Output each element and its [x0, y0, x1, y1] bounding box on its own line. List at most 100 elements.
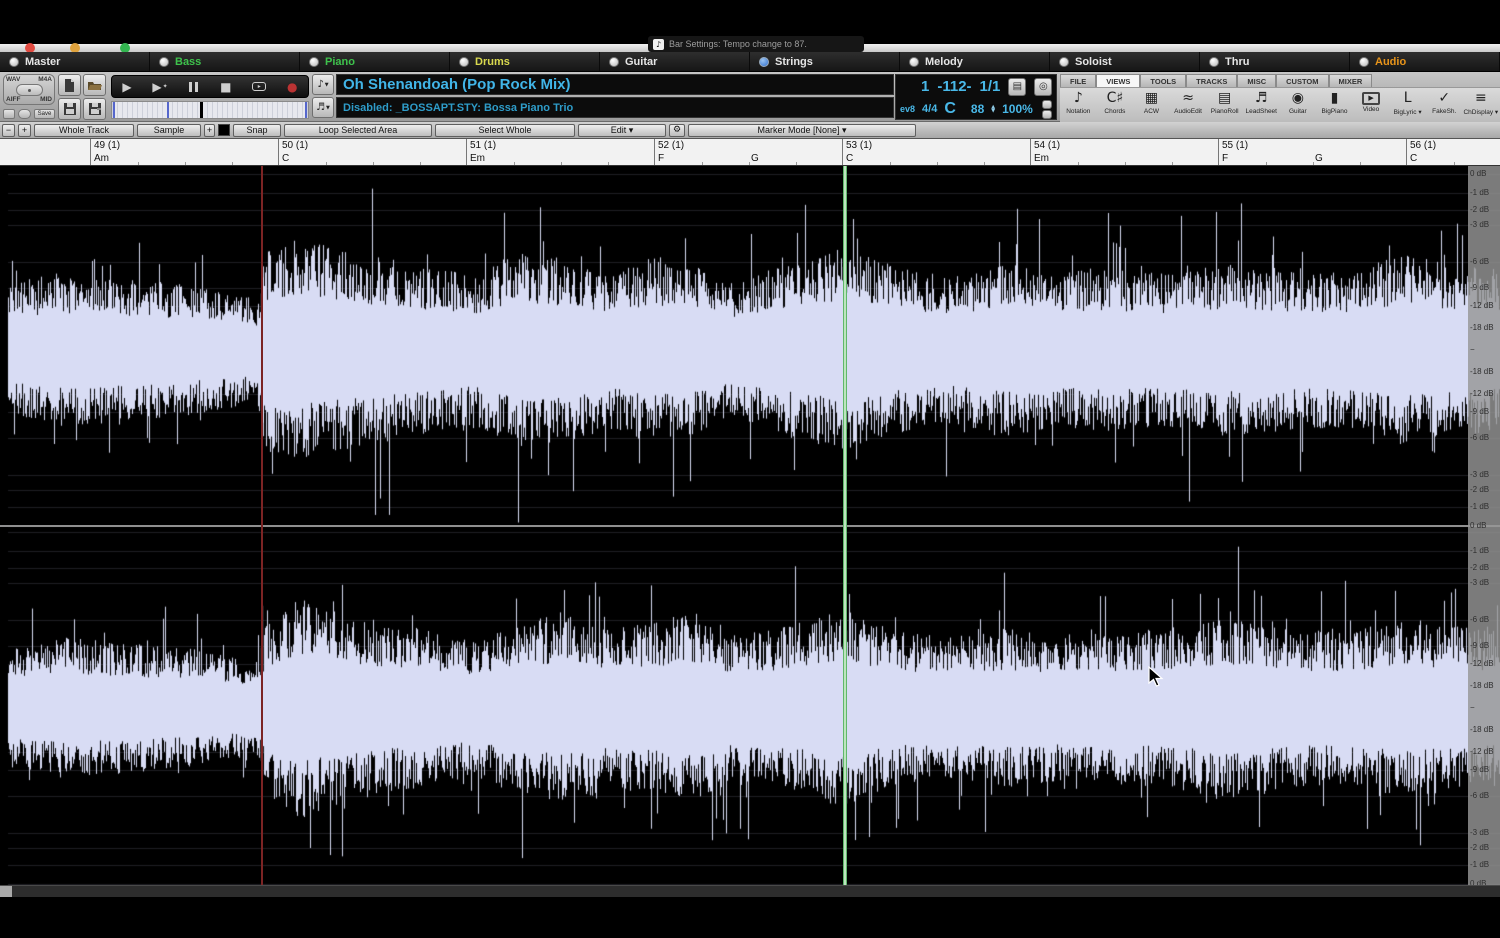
save-as-button[interactable] [83, 98, 106, 120]
track-selector-guitar[interactable]: Guitar [600, 52, 750, 71]
snap-button[interactable]: Snap [233, 124, 281, 137]
ribbon-tab-views[interactable]: VIEWS [1096, 74, 1140, 88]
hourglass-icon[interactable] [3, 109, 15, 119]
track-radio-icon[interactable] [1359, 57, 1369, 67]
track-selector-strings[interactable]: Strings [750, 52, 900, 71]
settings-gear-button[interactable]: ⚙ [669, 124, 685, 137]
zoom-out-button[interactable]: − [2, 124, 15, 137]
bar-range[interactable]: -112- [937, 78, 971, 95]
track-selector-piano[interactable]: Piano [300, 52, 450, 71]
oval-indicator[interactable] [18, 109, 31, 119]
ruler-bar-52[interactable]: 52 (1)FG [654, 139, 842, 166]
track-radio-icon[interactable] [759, 57, 769, 67]
track-radio-icon[interactable] [909, 57, 919, 67]
save-mini-button[interactable]: Save [34, 109, 55, 119]
zoom-in-button[interactable]: + [18, 124, 31, 137]
track-selector-bass[interactable]: Bass [150, 52, 300, 71]
ruler-bar-53[interactable]: 53 (1)C [842, 139, 1030, 166]
play-button[interactable]: ▶ [122, 81, 131, 93]
track-radio-icon[interactable] [1059, 57, 1069, 67]
song-title-field[interactable]: Oh Shenandoah (Pop Rock Mix) [336, 74, 894, 95]
horizontal-scrollbar[interactable] [0, 885, 1500, 897]
speed-display[interactable]: 100% [1002, 102, 1033, 116]
chdisplay-button[interactable]: ≡ChDisplay ▾ [1463, 90, 1500, 122]
render-center-button[interactable] [16, 84, 43, 96]
ribbon-tab-custom[interactable]: CUSTOM [1276, 74, 1328, 88]
copy-icon[interactable]: ▤ [1008, 78, 1026, 96]
pause-button[interactable] [188, 82, 199, 92]
track-selector-drums[interactable]: Drums [450, 52, 600, 71]
fakesh-button[interactable]: ✓FakeSh. [1426, 90, 1463, 122]
overlay-text: Bar Settings: Tempo change to 87. [669, 39, 807, 49]
snap-increment-button[interactable]: + [204, 124, 215, 137]
bigpiano-button[interactable]: ▮BigPiano [1316, 90, 1353, 122]
guitar-button[interactable]: ◉Guitar [1280, 90, 1317, 122]
whole-track-button[interactable]: Whole Track [34, 124, 134, 137]
ruler-bar-51[interactable]: 51 (1)Em [466, 139, 654, 166]
feel-display[interactable]: ev8 [900, 104, 915, 114]
chorus-display[interactable]: 1/1 [980, 78, 1001, 95]
song-position-scrubber[interactable] [111, 101, 309, 119]
stop-button[interactable]: ■ [220, 81, 231, 93]
track-radio-icon[interactable] [9, 57, 19, 67]
ruler-bar-55[interactable]: 55 (1)FG [1218, 139, 1406, 166]
leadsheet-button[interactable]: ♬LeadSheet [1243, 90, 1280, 122]
acw-button[interactable]: ▦ACW [1133, 90, 1170, 122]
bar-ruler[interactable]: 49 (1)Am50 (1)C51 (1)Em52 (1)FG53 (1)C54… [0, 139, 1500, 166]
open-song-button[interactable] [83, 74, 106, 96]
track-radio-icon[interactable] [159, 57, 169, 67]
sample-button[interactable]: Sample [137, 124, 201, 137]
tempo-display[interactable]: 88 [971, 102, 984, 116]
step-down-button[interactable] [1042, 110, 1052, 119]
loop-selected-area-button[interactable]: Loop Selected Area [284, 124, 432, 137]
wav-label: WAV [6, 76, 20, 83]
track-selector-thru[interactable]: Thru [1200, 52, 1350, 71]
chord-label: C [282, 153, 289, 164]
track-selector-audio[interactable]: Audio [1350, 52, 1500, 71]
ribbon-tab-mixer[interactable]: MIXER [1329, 74, 1373, 88]
song-title-menu-button[interactable]: ♪▼ [312, 74, 334, 95]
key-display[interactable]: C [944, 100, 956, 118]
ribbon-tab-tracks[interactable]: TRACKS [1186, 74, 1237, 88]
track-radio-icon[interactable] [609, 57, 619, 67]
track-radio-icon[interactable] [1209, 57, 1219, 67]
video-button[interactable]: ▶Video [1353, 90, 1390, 122]
tempo-spinner[interactable]: ▲▼ [991, 105, 995, 113]
marker-mode-dropdown[interactable]: Marker Mode [None] ▾ [688, 124, 916, 137]
record-button[interactable]: ● [287, 81, 297, 93]
save-song-button[interactable] [58, 98, 81, 120]
audioedit-button[interactable]: ≈AudioEdit [1170, 90, 1207, 122]
ribbon-tab-file[interactable]: FILE [1060, 74, 1096, 88]
track-radio-icon[interactable] [459, 57, 469, 67]
ribbon-tab-tools[interactable]: TOOLS [1140, 74, 1186, 88]
ruler-bar-56[interactable]: 56 (1)C [1406, 139, 1500, 166]
style-field[interactable]: Disabled: _BOSSAPT.STY: Bossa Piano Trio [336, 97, 894, 118]
record-settings-icon[interactable]: ◎ [1034, 78, 1052, 96]
select-whole-button[interactable]: Select Whole [435, 124, 575, 137]
scrollbar-corner[interactable] [0, 886, 12, 897]
render-pad-control[interactable]: WAV M4A AIFF MID [3, 74, 55, 105]
notation-button[interactable]: ♪Notation [1060, 90, 1097, 122]
new-song-button[interactable] [58, 74, 81, 96]
position-marker[interactable] [200, 102, 203, 118]
track-label: Strings [775, 56, 813, 68]
track-radio-icon[interactable] [309, 57, 319, 67]
style-menu-button[interactable]: ♬▼ [312, 97, 334, 118]
step-up-button[interactable] [1042, 100, 1052, 109]
track-selector-soloist[interactable]: Soloist [1050, 52, 1200, 71]
pianoroll-button[interactable]: ▤PianoRoll [1206, 90, 1243, 122]
current-bar[interactable]: 1 [921, 78, 929, 95]
snap-color-swatch[interactable] [218, 124, 230, 136]
play-from-button[interactable]: ▶✦ [152, 81, 167, 93]
biglyric-button[interactable]: LBigLyric ▾ [1389, 90, 1426, 122]
ruler-bar-54[interactable]: 54 (1)Em [1030, 139, 1218, 166]
ruler-bar-49[interactable]: 49 (1)Am [90, 139, 278, 166]
time-signature-display[interactable]: 4/4 [922, 103, 937, 115]
chords-button[interactable]: C♯Chords [1097, 90, 1134, 122]
ribbon-tab-misc[interactable]: MISC [1237, 74, 1276, 88]
loop-button[interactable]: ▸ [252, 82, 266, 91]
ruler-bar-50[interactable]: 50 (1)C [278, 139, 466, 166]
track-selector-melody[interactable]: Melody [900, 52, 1050, 71]
edit-menu-button[interactable]: Edit ▾ [578, 124, 666, 137]
track-selector-master[interactable]: Master [0, 52, 150, 71]
